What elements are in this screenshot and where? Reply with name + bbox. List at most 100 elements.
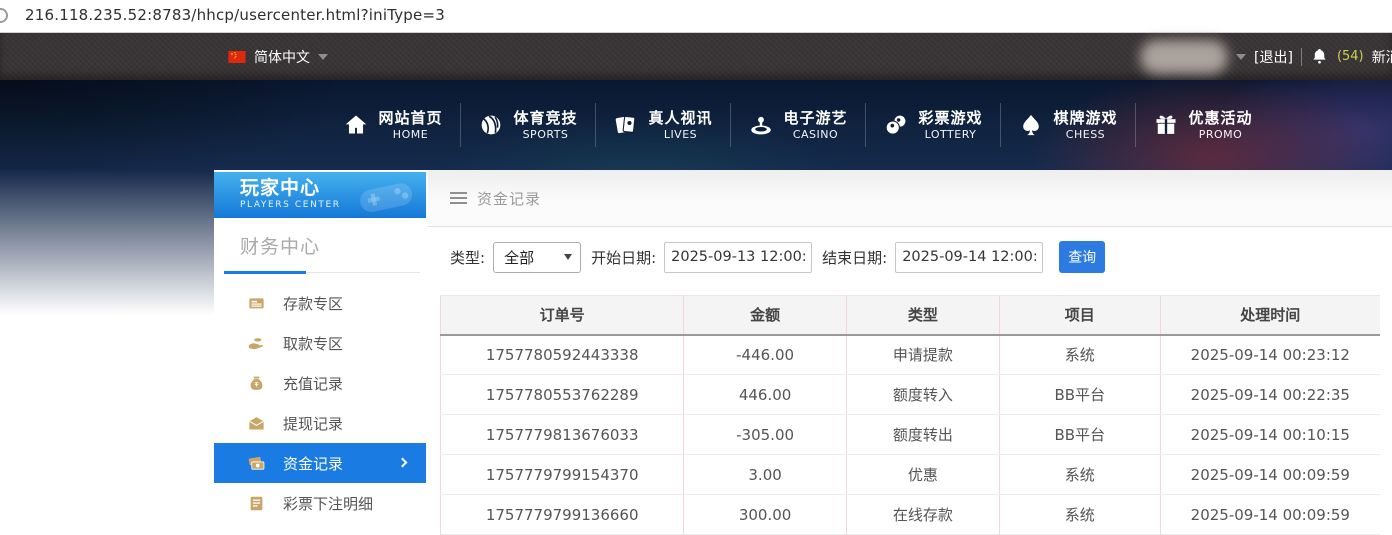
breadcrumb-bar: 资金记录	[428, 170, 1392, 227]
table-header-cell: 项目	[999, 296, 1160, 335]
sidebar-header: 玩家中心 PLAYERS CENTER	[214, 172, 426, 218]
language-label: 简体中文	[254, 47, 310, 67]
sidebar-item-label: 取款专区	[283, 333, 343, 354]
china-flag-icon	[228, 51, 246, 63]
table-cell: BB平台	[999, 375, 1160, 415]
language-selector[interactable]: 简体中文	[228, 33, 328, 80]
table-cell: 额度转出	[846, 415, 999, 455]
table-cell: -446.00	[684, 335, 847, 375]
sidebar-item-label: 彩票下注明细	[283, 493, 373, 514]
nav-label-zh: 棋牌游戏	[1053, 109, 1117, 128]
nav-label-en: PROMO	[1188, 128, 1252, 142]
page: 216.118.235.52:8783/hhcp/usercenter.html…	[0, 0, 1392, 535]
sidebar-item-withdraw-record[interactable]: 提现记录	[214, 403, 426, 443]
nav-label-zh: 真人视讯	[648, 109, 712, 128]
main-nav-banner: 网站首页HOME 体育竞技SPORTS 真人视讯LIVES 电子游艺CASINO 彩票游…	[0, 80, 1392, 170]
sidebar-item-hall-bet-record[interactable]: 厅室投注记录	[214, 523, 426, 535]
sidebar-section: 财务中心	[214, 218, 426, 259]
sidebar-item-label: 资金记录	[283, 453, 343, 474]
select-caret-icon	[564, 254, 572, 260]
table-row: 1757779799136660300.00在线存款系统2025-09-14 0…	[441, 495, 1381, 535]
table-head: 订单号金额类型项目处理时间	[441, 296, 1381, 335]
url-text[interactable]: 216.118.235.52:8783/hhcp/usercenter.html…	[25, 6, 445, 24]
nav-label-zh: 彩票游戏	[918, 109, 982, 128]
sidebar: 玩家中心 PLAYERS CENTER 财务中心 存款专区取款专区充值记录提现记…	[214, 172, 426, 535]
username-blurred[interactable]	[1140, 40, 1228, 74]
nav-item-text: 优惠活动PROMO	[1188, 109, 1252, 142]
end-date-label: 结束日期:	[822, 247, 887, 268]
site-topbar: 简体中文 [退出] (54) 新消息	[0, 33, 1392, 80]
sidebar-item-deposit-zone[interactable]: 存款专区	[214, 283, 426, 323]
table-row: 17577797991543703.00优惠系统2025-09-14 00:09…	[441, 455, 1381, 495]
type-select-value: 全部	[504, 247, 564, 268]
message-label[interactable]: 新消息	[1372, 47, 1392, 67]
table-cell: 1757779799136660	[441, 495, 684, 535]
table-body: 1757780592443338-446.00申请提款系统2025-09-14 …	[441, 335, 1381, 535]
table-header-cell: 金额	[684, 296, 847, 335]
browser-url-bar[interactable]: 216.118.235.52:8783/hhcp/usercenter.html…	[0, 0, 1392, 33]
nav-label-en: CHESS	[1053, 128, 1117, 142]
sports-ball-icon	[478, 112, 504, 138]
table-cell: 额度转入	[846, 375, 999, 415]
table-cell: 2025-09-14 00:23:12	[1160, 335, 1380, 375]
query-button[interactable]: 查询	[1059, 241, 1105, 273]
table-cell: 2025-09-14 00:22:35	[1160, 375, 1380, 415]
nav-item-promo[interactable]: 优惠活动PROMO	[1136, 109, 1270, 142]
main-nav-items: 网站首页HOME 体育竞技SPORTS 真人视讯LIVES 电子游艺CASINO 彩票游…	[326, 80, 1270, 170]
table-cell: 1757780592443338	[441, 335, 684, 375]
nav-item-chess[interactable]: 棋牌游戏CHESS	[1001, 109, 1135, 142]
nav-item-text: 真人视讯LIVES	[648, 109, 712, 142]
nav-label-en: HOME	[378, 128, 442, 142]
nav-label-zh: 优惠活动	[1188, 109, 1252, 128]
nav-item-text: 网站首页HOME	[378, 109, 442, 142]
banknotes-icon	[247, 454, 266, 473]
nav-item-lottery[interactable]: 彩票游戏LOTTERY	[866, 109, 1000, 142]
table-cell: 2025-09-14 00:09:59	[1160, 455, 1380, 495]
nav-item-casino[interactable]: 电子游艺CASINO	[731, 109, 865, 142]
bank-card-icon	[247, 294, 266, 313]
table-cell: BB平台	[999, 415, 1160, 455]
background-fade	[0, 170, 214, 315]
document-icon	[247, 494, 266, 513]
nav-item-text: 体育竞技SPORTS	[513, 109, 577, 142]
menu-icon	[450, 192, 467, 204]
type-select[interactable]: 全部	[493, 242, 581, 273]
end-date-input[interactable]	[895, 242, 1043, 273]
start-date-label: 开始日期:	[591, 247, 656, 268]
table-header-row: 订单号金额类型项目处理时间	[441, 296, 1381, 335]
bell-icon[interactable]	[1310, 47, 1329, 66]
sidebar-item-lottery-detail[interactable]: 彩票下注明细	[214, 483, 426, 523]
nav-label-zh: 网站首页	[378, 109, 442, 128]
reload-icon[interactable]	[0, 8, 8, 23]
chevron-down-icon	[318, 54, 328, 60]
nav-item-sports[interactable]: 体育竞技SPORTS	[461, 109, 595, 142]
table-cell: 系统	[999, 495, 1160, 535]
table-row: 1757780553762289446.00额度转入BB平台2025-09-14…	[441, 375, 1381, 415]
nav-label-en: LIVES	[648, 128, 712, 142]
table-cell: 2025-09-14 00:09:59	[1160, 495, 1380, 535]
filter-row: 类型: 全部 开始日期: 结束日期: 查询	[450, 241, 1105, 273]
message-count[interactable]: (54)	[1337, 49, 1364, 64]
start-date-input[interactable]	[664, 242, 812, 273]
section-divider	[214, 271, 426, 274]
divider	[1301, 48, 1302, 66]
table-cell: 申请提款	[846, 335, 999, 375]
table-row: 1757780592443338-446.00申请提款系统2025-09-14 …	[441, 335, 1381, 375]
sidebar-item-label: 充值记录	[283, 373, 343, 394]
user-area: [退出] (54) 新消息	[1140, 33, 1392, 80]
user-chevron-down-icon[interactable]	[1236, 54, 1246, 60]
table-cell: 446.00	[684, 375, 847, 415]
sidebar-item-withdraw-zone[interactable]: 取款专区	[214, 323, 426, 363]
sidebar-item-recharge-record[interactable]: 充值记录	[214, 363, 426, 403]
logout-button[interactable]: [退出]	[1254, 47, 1293, 67]
nav-item-lives[interactable]: 真人视讯LIVES	[596, 109, 730, 142]
money-bag-icon	[247, 374, 266, 393]
sidebar-item-label: 提现记录	[283, 413, 343, 434]
table-cell: -305.00	[684, 415, 847, 455]
nav-item-home[interactable]: 网站首页HOME	[326, 109, 460, 142]
table-cell: 2025-09-14 00:10:15	[1160, 415, 1380, 455]
nav-item-text: 电子游艺CASINO	[783, 109, 847, 142]
sidebar-item-fund-record[interactable]: 资金记录	[214, 443, 426, 483]
table-cell: 1757779813676033	[441, 415, 684, 455]
table-cell: 300.00	[684, 495, 847, 535]
